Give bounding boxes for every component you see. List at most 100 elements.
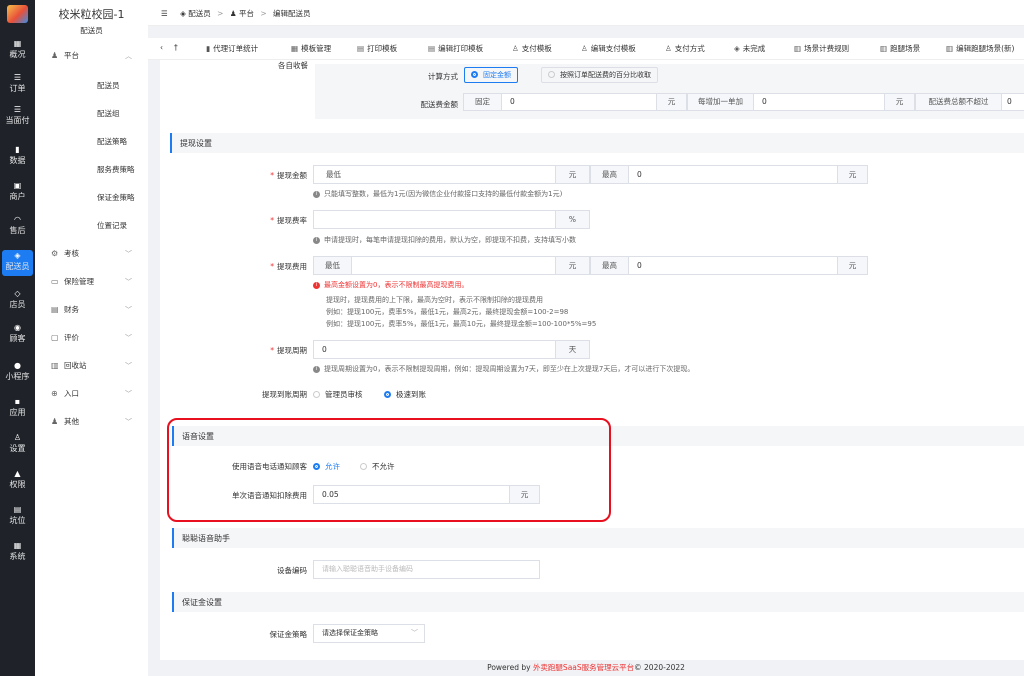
info-icon: i <box>313 237 320 244</box>
sidebar-group-insurance[interactable]: ▭ 保险管理 ﹀ <box>35 274 148 290</box>
withdraw-fee-hint-1: 提现时，提现费用的上下限，最高为空时，表示不限制扣除的提现费用 <box>326 296 543 304</box>
tab-scene-billing-rules[interactable]: ▥ 场景计费规则 <box>794 43 849 54</box>
withdraw-fee-hint-red: i 最高金额设置为0，表示不限制最高提现费用。 <box>313 280 468 290</box>
trash-icon: ▥ <box>51 361 59 370</box>
device-code-label: 设备编码 <box>277 566 307 575</box>
scene-icon: ▥ <box>880 44 888 53</box>
scene-icon: ▥ <box>794 44 802 53</box>
nav-customer[interactable]: ◉ 顾客 <box>2 322 33 348</box>
voice-settings-highlight <box>167 418 611 522</box>
breadcrumb-courier[interactable]: 配送员 <box>188 9 211 18</box>
tab-scroll-left[interactable]: ‹ <box>160 43 163 52</box>
tab-edit-errand-scene-new[interactable]: ▥ 编辑跑腿场景(新) <box>946 43 1014 54</box>
deposit-policy-select[interactable]: 请选择保证金策略 ﹀ <box>313 624 425 643</box>
withdraw-amount-hint: i 只能填写整数，最低为1元(因为微信企业付款接口支持的最低付款金额为1元) <box>313 189 562 199</box>
tab-edit-payment-template[interactable]: ♙ 编辑支付模板 <box>581 43 636 54</box>
tab-payment-method[interactable]: ♙ 支付方式 <box>665 43 705 54</box>
arrival-fast-radio[interactable]: 极速到账 <box>384 389 426 400</box>
nav-after-sale[interactable]: ◠ 售后 <box>2 214 33 240</box>
nav-face-pay[interactable]: ☰ 当面付 <box>2 104 33 130</box>
user-group-icon: ♟ <box>229 9 239 18</box>
tab-agent-order-stats[interactable]: ▮ 代理订单统计 <box>206 43 258 54</box>
school-name: 校米粒校园-1 <box>58 8 125 21</box>
tab-unfinished[interactable]: ◈ 未完成 <box>734 43 765 54</box>
per-order-fee-input[interactable]: 每增加一单加 0 元 <box>687 93 915 111</box>
withdraw-rate-input[interactable]: % <box>313 210 590 229</box>
nav-settings[interactable]: ♙ 设置 <box>2 432 33 458</box>
nav-data[interactable]: ▮ 数据 <box>2 144 33 170</box>
withdraw-period-hint: i 提现周期设置为0，表示不限制提现周期，例如：提现周期设置为7天，即至少在上次提… <box>313 364 694 374</box>
withdraw-fee-label: * 提现费用 <box>270 262 307 271</box>
chevron-down-icon: ﹀ <box>125 334 132 342</box>
sidebar-item-courier[interactable]: 配送员 <box>97 80 120 91</box>
scene-icon: ▥ <box>946 44 954 53</box>
nav-overview[interactable]: ▦ 概况 <box>2 38 33 64</box>
sidebar: 校米粒校园-1 配送员 ♟ 平台 ︿ 配送员 配送组 配送策略 服务费策略 保证金策… <box>35 0 148 676</box>
footer: Powered by 外卖跑腿SaaS服务管理云平台© 2020-2022 <box>487 663 685 672</box>
nav-apps[interactable]: ▪ 应用 <box>2 396 33 422</box>
footer-brand: 外卖跑腿SaaS服务管理云平台 <box>532 663 635 672</box>
fixed-fee-input[interactable]: 固定 0 元 <box>463 93 687 111</box>
sidebar-item-service-fee-policy[interactable]: 服务费策略 <box>97 164 135 175</box>
chevron-down-icon: ﹀ <box>125 306 132 314</box>
nav-mini-program[interactable]: ● 小程序 <box>2 360 33 386</box>
sidebar-item-location-log[interactable]: 位置记录 <box>97 220 127 231</box>
store-icon: ▣ <box>13 181 22 190</box>
shop-icon: ◇ <box>14 289 21 298</box>
tab-scroll-pin[interactable]: † <box>174 43 178 52</box>
sidebar-group-other[interactable]: ♟ 其他 ﹀ <box>35 414 148 430</box>
calc-fixed-option[interactable]: 固定金额 <box>464 67 518 83</box>
tab-edit-print-template[interactable]: ▤ 编辑打印模板 <box>428 43 483 54</box>
withdraw-fee-max-input[interactable]: 最高 0 元 <box>590 256 868 275</box>
nav-merchant[interactable]: ▣ 商户 <box>2 180 33 206</box>
nav-clerk[interactable]: ◇ 店员 <box>2 288 33 314</box>
sidebar-item-delivery-policy[interactable]: 配送策略 <box>97 136 127 147</box>
menu-fold-icon[interactable]: ☰ <box>161 9 168 18</box>
user-icon: ♙ <box>512 44 519 53</box>
deposit-policy-label: 保证金策略 <box>269 630 308 639</box>
sidebar-group-platform[interactable]: ♟ 平台 ︿ <box>35 48 148 64</box>
sidebar-group-review[interactable]: ▢ 评价 ﹀ <box>35 330 148 346</box>
breadcrumb-platform[interactable]: 平台 <box>239 9 254 18</box>
document-icon: ▤ <box>13 505 22 514</box>
app-logo <box>7 5 28 23</box>
device-code-input[interactable]: 请输入聪聪语音助手设备编码 <box>313 560 540 579</box>
nav-slot[interactable]: ▤ 坑位 <box>2 504 33 530</box>
nav-courier[interactable]: ◈ 配送员 <box>2 250 33 276</box>
windows-icon: ▦ <box>13 541 22 550</box>
info-icon: i <box>313 282 320 289</box>
nav-orders[interactable]: ☰ 订单 <box>2 72 33 98</box>
sidebar-group-entry[interactable]: ⊕ 入口 ﹀ <box>35 386 148 402</box>
fee-amount-label: 配送费金额 <box>420 100 459 109</box>
withdraw-max-input[interactable]: 最高 0 元 <box>590 165 868 184</box>
breadcrumb: ☰ ◈ 配送员 > ♟ 平台 > 编辑配送员 <box>161 9 311 18</box>
fee-cap-input[interactable]: 配送费总额不超过 0 <box>915 93 1024 111</box>
arrival-manual-radio[interactable]: 管理员审核 <box>313 389 363 400</box>
withdraw-fee-min-input[interactable]: 最低 元 <box>313 256 590 275</box>
finance-icon: ▤ <box>51 305 59 314</box>
withdraw-min-input[interactable]: 最低 元 <box>313 165 590 184</box>
list-icon: ☰ <box>13 73 22 82</box>
calc-percent-option[interactable]: 按照订单配送费的百分比收取 <box>541 67 658 83</box>
nav-system[interactable]: ▦ 系统 <box>2 540 33 566</box>
withdraw-rate-hint: i 申请提现时，每笔申请提现扣除的费用，默认为空，即提现不扣费，支持填写小数 <box>313 235 576 245</box>
sidebar-group-assessment[interactable]: ⚙ 考核 ﹀ <box>35 246 148 262</box>
sidebar-group-finance[interactable]: ▤ 财务 ﹀ <box>35 302 148 318</box>
tab-bar: ‹ † ▮ 代理订单统计 ▦ 模板管理 ▤ 打印模板 ▤ 编辑打印模板 ♙ 支付模板 ♙ 编… <box>148 38 1024 60</box>
user-group-icon: ♟ <box>51 51 59 60</box>
tab-print-template[interactable]: ▤ 打印模板 <box>357 43 397 54</box>
tab-errand-scene[interactable]: ▥ 跑腿场景 <box>880 43 920 54</box>
mini-program-icon: ● <box>14 361 21 370</box>
sidebar-item-courier-group[interactable]: 配送组 <box>97 108 120 119</box>
assistant-section-header: 聪聪语音助手 <box>172 528 1024 548</box>
left-nav: ▦ 概况 ☰ 订单 ☰ 当面付 ▮ 数据 ▣ 商户 ◠ 售后 ◈ 配送员 ◇ 店员 ◉ 顾客 ● 小… <box>0 0 35 676</box>
tab-template-manage[interactable]: ▦ 模板管理 <box>291 43 331 54</box>
sidebar-item-deposit-policy[interactable]: 保证金策略 <box>97 192 135 203</box>
calc-method-label: 计算方式 <box>428 72 458 81</box>
tab-payment-template[interactable]: ♙ 支付模板 <box>512 43 552 54</box>
withdraw-period-input[interactable]: 0 天 <box>313 340 590 359</box>
printer-icon: ▤ <box>428 44 436 53</box>
nav-permission[interactable]: ▲ 权限 <box>2 468 33 494</box>
deposit-section-header: 保证金设置 <box>172 592 1024 612</box>
sidebar-group-recycle[interactable]: ▥ 回收站 ﹀ <box>35 358 148 374</box>
